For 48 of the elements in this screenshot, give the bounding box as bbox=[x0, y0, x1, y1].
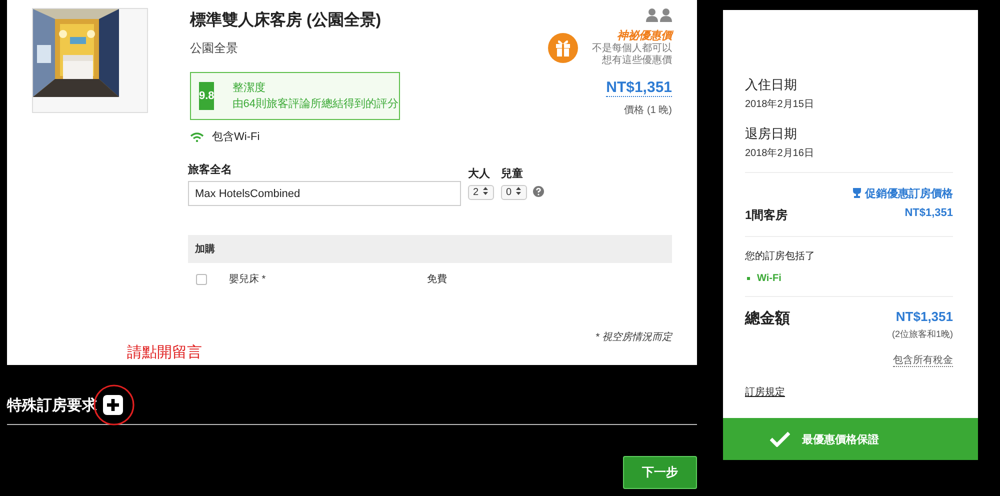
wifi-label: 包含Wi-Fi bbox=[212, 130, 260, 144]
tax-note: 包含所有稅金 bbox=[893, 355, 953, 367]
rating-label: 整潔度 bbox=[232, 80, 266, 96]
deal-description: 不是每個人都可以想有這些優惠價 bbox=[592, 43, 672, 67]
addon-name: 嬰兒床 * bbox=[229, 272, 267, 286]
policy-link[interactable]: 訂房規定 bbox=[745, 385, 785, 399]
guests-icon bbox=[646, 8, 672, 22]
spinner-icon bbox=[516, 187, 522, 195]
rooms-label: 1間客房 bbox=[745, 207, 788, 224]
spinner-icon bbox=[483, 187, 488, 195]
adults-select[interactable]: 2 bbox=[468, 185, 494, 200]
check-in-label: 入住日期 bbox=[745, 76, 798, 94]
guarantee-label: 最優惠價格保證 bbox=[802, 432, 879, 446]
children-select[interactable]: 0 bbox=[501, 185, 527, 200]
total-label: 總金額 bbox=[745, 309, 790, 328]
gift-icon bbox=[548, 32, 578, 62]
room-view: 公園全景 bbox=[190, 40, 239, 57]
room-title: 標準雙人床客房 (公園全景) bbox=[190, 10, 382, 31]
name-field[interactable]: Max HotelsCombined bbox=[188, 181, 461, 206]
availability-note: * 視空房情況而定 bbox=[595, 332, 672, 343]
total-price: NT$1,351 bbox=[896, 309, 953, 324]
check-out-label: 退房日期 bbox=[745, 125, 798, 143]
name-label: 旅客全名 bbox=[188, 162, 233, 177]
bullet-icon bbox=[747, 277, 750, 280]
includes-label: 您的訂房包括了 bbox=[745, 250, 816, 263]
rating-description: 由64則旅客評論所總結得到的評分 bbox=[232, 96, 399, 112]
total-note: (2位旅客和1晚) bbox=[892, 329, 953, 339]
rating-score: 9.8 bbox=[199, 82, 214, 110]
included-item: Wi-Fi bbox=[757, 273, 782, 284]
rooms-price: NT$1,351 bbox=[904, 207, 953, 219]
children-label: 兒童 bbox=[501, 166, 524, 181]
check-out-date: 2018年2月16日 bbox=[745, 147, 815, 160]
check-icon bbox=[770, 431, 790, 447]
annotation-text: 請點開留言 bbox=[127, 343, 202, 362]
wifi-icon bbox=[190, 132, 204, 142]
adults-label: 大人 bbox=[468, 166, 491, 181]
trophy-icon bbox=[852, 188, 862, 198]
help-icon[interactable] bbox=[533, 186, 544, 197]
addon-price: 免費 bbox=[427, 272, 447, 286]
next-button[interactable]: 下一步 bbox=[623, 456, 697, 489]
promo-link[interactable]: 促銷優惠訂房價格 bbox=[852, 186, 953, 200]
room-price: NT$1,351 bbox=[606, 79, 672, 97]
addons-header: 加購 bbox=[188, 235, 672, 263]
deal-title: 神祕優惠價 bbox=[616, 28, 672, 42]
check-in-date: 2018年2月15日 bbox=[745, 98, 815, 111]
addon-checkbox[interactable] bbox=[196, 274, 207, 284]
add-icon[interactable] bbox=[103, 395, 123, 415]
price-note: 價格 (1 晚) bbox=[624, 104, 672, 117]
